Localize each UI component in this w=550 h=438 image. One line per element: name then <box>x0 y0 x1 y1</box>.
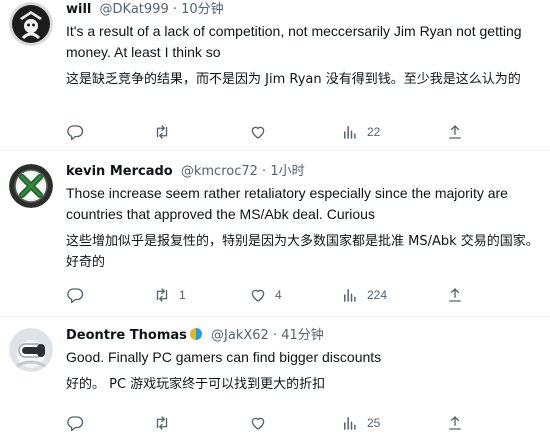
separator-dot: · <box>262 164 267 179</box>
retweet-button[interactable] <box>153 122 179 142</box>
tweet[interactable]: Deontre Thomas @JakX62 · 41分钟 Good. Fina… <box>0 316 550 438</box>
display-name[interactable]: Deontre Thomas <box>66 328 187 343</box>
share-button[interactable] <box>446 413 464 433</box>
views-button[interactable]: 22 <box>341 122 380 142</box>
display-name[interactable]: kevin Mercado <box>66 164 173 179</box>
avatar[interactable] <box>9 328 53 372</box>
retweet-button[interactable] <box>153 413 179 433</box>
like-count: 4 <box>275 288 282 302</box>
reply-timeline: will @DKat999 · 10分钟 It's a result of a … <box>0 0 550 438</box>
views-count: 22 <box>367 125 381 139</box>
display-name[interactable]: will <box>66 2 91 17</box>
like-icon <box>251 417 265 430</box>
tweet-text: Those increase seem rather retaliatory e… <box>66 185 508 222</box>
views-count: 224 <box>367 288 388 302</box>
separator-dot: · <box>172 2 177 17</box>
tweet-header: kevin Mercado @kmcroc72 · 1小时 <box>66 162 540 182</box>
retweet-button[interactable]: 1 <box>153 285 186 305</box>
views-count: 25 <box>367 416 381 430</box>
avatar[interactable] <box>9 164 53 208</box>
tweet[interactable]: will @DKat999 · 10分钟 It's a result of a … <box>0 0 550 150</box>
share-icon <box>449 125 461 139</box>
views-icon <box>344 417 356 430</box>
user-handle[interactable]: @DKat999 <box>100 2 169 17</box>
tweet-translation: 好的。 PC 游戏玩家终于可以找到更大的折扣 <box>66 377 326 392</box>
reply-icon <box>67 288 84 304</box>
retweet-icon <box>156 416 168 430</box>
timestamp[interactable]: 10分钟 <box>181 2 224 17</box>
tweet-translation: 这些增加似乎是报复性的，特别是因为大多数国家都是批准 MS/Abk 交易的国家。… <box>66 234 539 270</box>
views-icon <box>344 289 356 302</box>
like-button[interactable]: 4 <box>249 285 282 305</box>
share-button[interactable] <box>446 122 464 142</box>
action-bar: 25 <box>56 413 486 433</box>
share-icon <box>449 288 461 302</box>
like-button[interactable] <box>249 122 275 142</box>
action-bar: 22 <box>56 122 486 142</box>
retweet-count: 1 <box>179 288 186 302</box>
retweet-icon <box>156 288 168 302</box>
tweet-text: Good. Finally PC gamers can find bigger … <box>66 349 382 365</box>
share-button[interactable] <box>446 285 464 305</box>
views-button[interactable]: 25 <box>341 413 380 433</box>
avatar[interactable] <box>9 2 53 46</box>
verified-badge-icon <box>189 328 202 340</box>
like-icon <box>251 126 265 139</box>
like-icon <box>251 289 265 302</box>
tweet-text: It's a result of a lack of competition, … <box>66 23 522 60</box>
tweet[interactable]: kevin Mercado @kmcroc72 · 1小时 Those incr… <box>0 150 550 316</box>
tweet-header: will @DKat999 · 10分钟 <box>66 0 540 20</box>
separator-dot: · <box>272 328 278 343</box>
timestamp[interactable]: 1小时 <box>270 164 304 179</box>
reply-icon <box>67 125 84 141</box>
tweet-translation: 这是缺乏竞争的结果，而不是因为 Jim Ryan 没有得到钱。至少我是这么认为的 <box>66 72 521 87</box>
reply-button[interactable] <box>66 122 92 142</box>
reply-button[interactable] <box>66 285 92 305</box>
retweet-icon <box>156 125 168 139</box>
reply-button[interactable] <box>66 413 92 433</box>
views-icon <box>344 126 356 139</box>
like-button[interactable] <box>249 413 275 433</box>
tweet-header: Deontre Thomas @JakX62 · 41分钟 <box>66 326 540 346</box>
user-handle[interactable]: @kmcroc72 <box>181 164 258 179</box>
timestamp[interactable]: 41分钟 <box>281 328 324 343</box>
views-button[interactable]: 224 <box>341 285 387 305</box>
action-bar: 1 4 224 <box>56 285 486 305</box>
share-icon <box>449 416 461 430</box>
user-handle[interactable]: @JakX62 <box>211 328 269 343</box>
reply-icon <box>67 416 84 432</box>
